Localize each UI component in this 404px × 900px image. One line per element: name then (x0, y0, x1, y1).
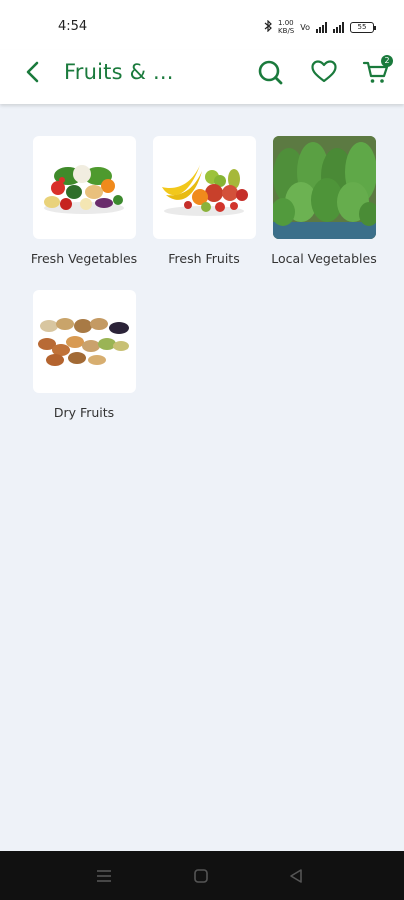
status-time: 4:54 (58, 19, 88, 34)
category-fresh-fruits[interactable]: Fresh Fruits (144, 136, 264, 266)
search-button[interactable] (256, 58, 284, 86)
category-fresh-vegetables[interactable]: Fresh Vegetables (24, 136, 144, 266)
battery-icon: 55 (350, 21, 376, 33)
signal-icon (316, 21, 327, 33)
leafy-greens-image (272, 136, 376, 239)
status-icons: 1.00 KB/S Vo 55 (264, 18, 376, 36)
system-back-button[interactable] (287, 867, 307, 885)
vegetables-image (32, 136, 136, 239)
category-local-vegetables[interactable]: Local Vegetables (264, 136, 384, 266)
back-button[interactable] (20, 59, 46, 85)
fruits-image (152, 136, 256, 239)
system-navigation-bar (0, 851, 404, 900)
category-label: Local Vegetables (271, 251, 377, 266)
network-speed-value: 1.00 (278, 19, 294, 27)
heart-icon (311, 60, 337, 83)
category-grid: Fresh Vegetables Fresh Fruits Local Vege… (24, 136, 384, 420)
recent-apps-button[interactable] (95, 867, 115, 885)
search-icon (258, 60, 283, 85)
bluetooth-icon (264, 19, 272, 35)
category-content: Fresh Vegetables Fresh Fruits Local Vege… (0, 104, 404, 851)
category-label: Fresh Vegetables (30, 251, 138, 266)
home-square-icon (194, 869, 208, 883)
signal-2-icon (333, 21, 344, 33)
page-title: Fruits & ... (64, 60, 174, 84)
category-label: Fresh Fruits (168, 251, 240, 266)
category-label: Dry Fruits (53, 405, 115, 420)
network-speed-unit: KB/S (278, 27, 295, 35)
network-speed: 1.00 KB/S (278, 19, 294, 35)
cart-count-badge: 2 (381, 55, 393, 67)
back-arrow-icon (26, 61, 39, 83)
battery-level: 55 (357, 22, 367, 31)
menu-icon (97, 870, 111, 882)
status-bar: 4:54 1.00 KB/S Vo 55 (0, 0, 404, 50)
app-bar: Fruits & ... 2 (0, 50, 404, 104)
wishlist-button[interactable] (310, 58, 338, 86)
dry-fruits-image (32, 290, 136, 393)
category-dry-fruits[interactable]: Dry Fruits (24, 290, 144, 420)
back-triangle-icon (290, 869, 302, 883)
cart-button[interactable]: 2 (362, 55, 393, 86)
home-button[interactable] (192, 867, 212, 885)
volte-label: Vo (300, 22, 310, 32)
